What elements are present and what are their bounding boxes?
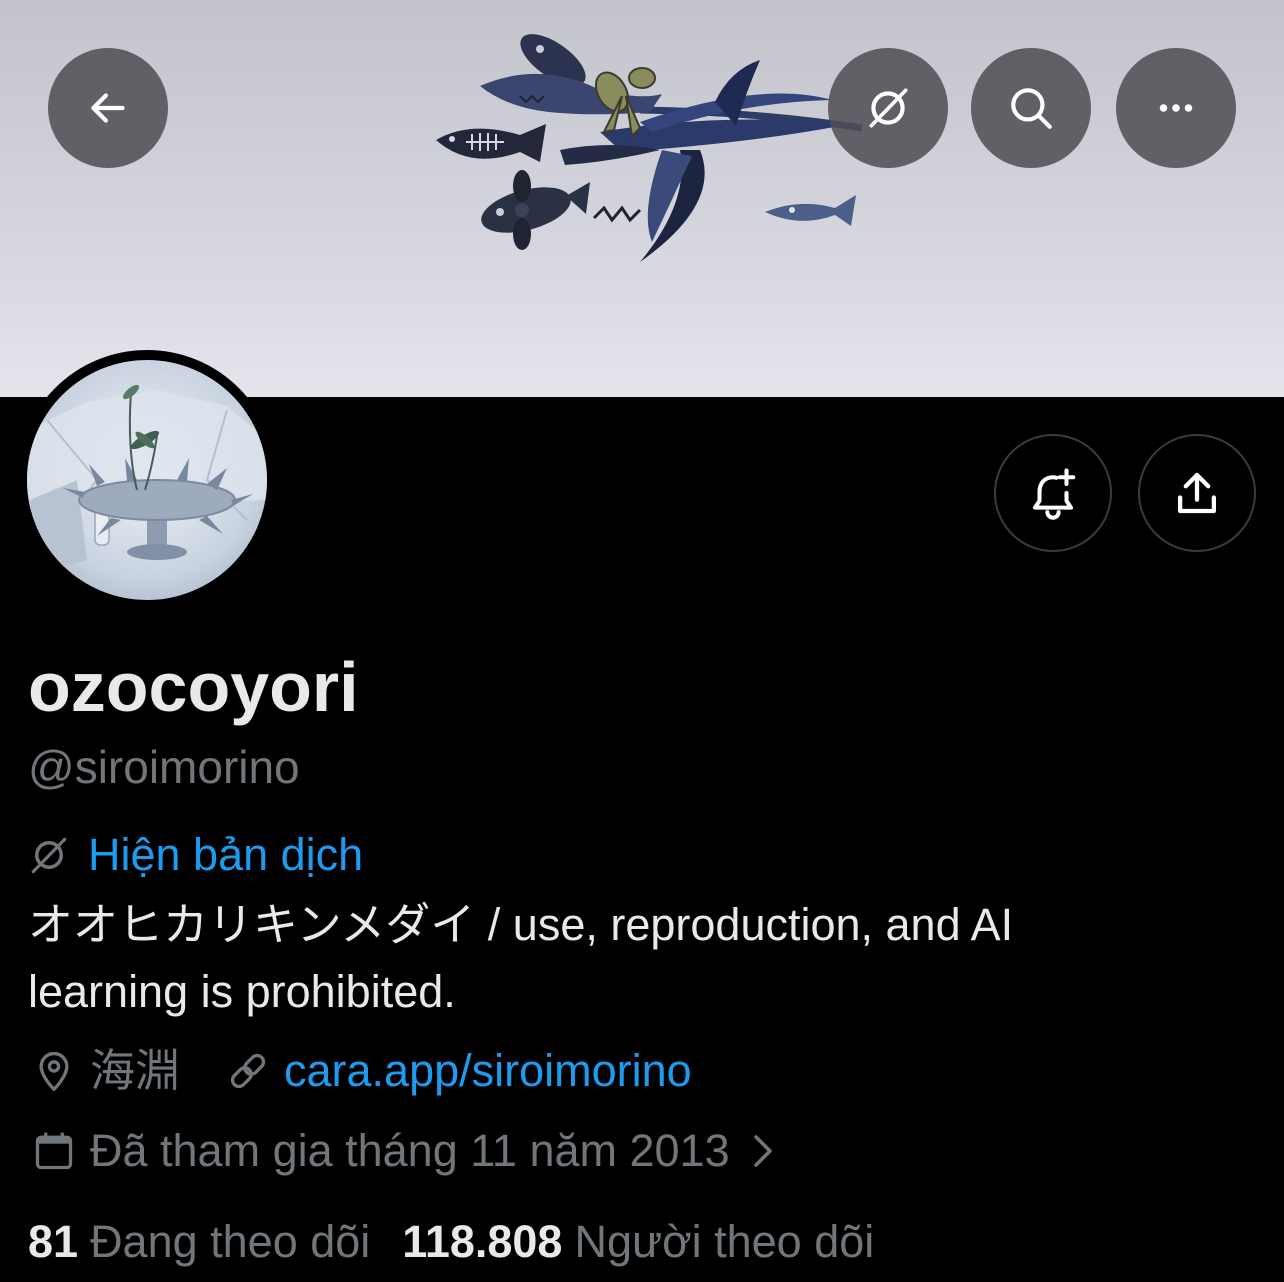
following-count: 81 (28, 1216, 79, 1267)
profile-meta-row: 海淵 cara.app/siroimorino (32, 1048, 692, 1094)
share-button[interactable] (1138, 434, 1256, 552)
show-translation-label: Hiện bản dịch (88, 829, 364, 880)
calendar-icon (35, 1132, 73, 1170)
grok-icon (31, 837, 67, 874)
search-icon (1011, 88, 1052, 129)
joined-date: Đã tham gia tháng 11 năm 2013 (90, 1125, 730, 1176)
grok-button[interactable] (828, 48, 948, 168)
more-button[interactable] (1116, 48, 1236, 168)
profile-bio: オオヒカリキンメダイ / use, reproduction, and AI l… (28, 891, 1256, 1025)
map-pin-icon (39, 1051, 69, 1091)
avatar[interactable] (27, 360, 267, 600)
followers-count: 118.808 (402, 1216, 563, 1267)
profile-handle: @siroimorino (28, 741, 300, 793)
followers-label: Người theo dõi (574, 1216, 875, 1267)
more-horizontal-icon (1159, 104, 1193, 112)
website-link[interactable]: cara.app/siroimorino (226, 1048, 692, 1094)
website-url: cara.app/siroimorino (284, 1045, 692, 1096)
back-button[interactable] (48, 48, 168, 168)
grok-icon (869, 88, 908, 128)
notify-button[interactable] (994, 434, 1112, 552)
follow-stats: 81 Đang theo dõi 118.808 Người theo dõi (28, 1219, 874, 1265)
profile-location: 海淵 (90, 1045, 181, 1096)
link-icon (230, 1053, 266, 1089)
avatar-image (27, 360, 267, 600)
show-translation-link[interactable]: Hiện bản dịch (28, 832, 363, 878)
share-icon (1177, 472, 1217, 514)
chevron-right-icon (753, 1135, 772, 1167)
banner-artwork (436, 34, 863, 262)
bio-line: learning is prohibited. (28, 966, 456, 1017)
profile-banner[interactable] (0, 0, 1284, 397)
bell-plus-icon (1032, 468, 1076, 520)
display-name: ozocoyori (28, 648, 359, 726)
search-button[interactable] (971, 48, 1091, 168)
joined-date-row[interactable]: Đã tham gia tháng 11 năm 2013 (32, 1128, 776, 1174)
arrow-left-icon (91, 93, 125, 123)
followers-link[interactable]: 118.808 Người theo dõi (402, 1219, 874, 1265)
following-link[interactable]: 81 Đang theo dõi (28, 1219, 370, 1265)
following-label: Đang theo dõi (90, 1216, 371, 1267)
bio-line: オオヒカリキンメダイ / use, reproduction, and AI (28, 899, 1014, 950)
